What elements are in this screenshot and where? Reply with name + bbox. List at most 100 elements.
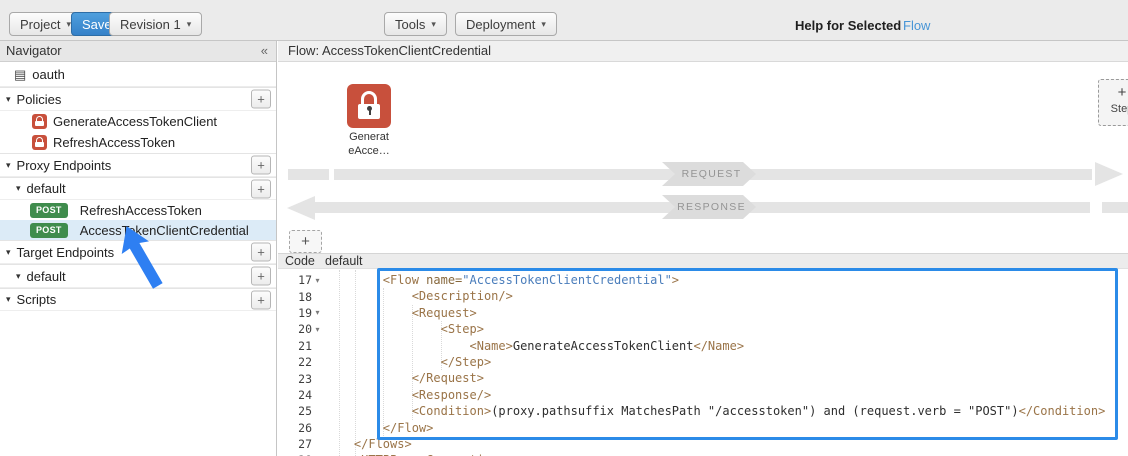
gutter-line: 25 [279,403,323,419]
toolbar: Project ▾ Save Revision 1 ▾ Tools ▾ Depl… [0,0,1128,41]
navigator-header: Navigator « [0,41,276,62]
gutter-line: 26 [279,420,323,436]
add-flow-button[interactable]: + [251,179,271,198]
code-tabbar: Code default [278,253,1128,269]
line-number: 24 [298,388,312,402]
caret-down-icon: ▾ [6,160,11,171]
policy-lock-icon [32,114,47,129]
sidebar-item-flow-refreshaccesstoken[interactable]: POST RefreshAccessToken [0,200,276,220]
code-line[interactable]: <Request> [325,305,1105,321]
add-policy-button[interactable]: + [251,90,271,109]
deployment-menu-button[interactable]: Deployment ▾ [455,12,557,36]
caret-down-icon: ▾ [16,271,21,282]
flow-title: Flow: AccessTokenClientCredential [288,43,491,58]
policy-step-label: Generat eAcce… [337,130,401,158]
tab-default[interactable]: default [325,254,363,269]
group-label: default [27,269,66,284]
sidebar-item-policy-refreshaccesstoken[interactable]: RefreshAccessToken [0,131,276,153]
response-arrowhead-icon [287,196,315,220]
caret-down-icon: ▾ [187,19,192,30]
policy-label: RefreshAccessToken [53,135,175,150]
line-number: 25 [298,404,312,418]
fold-icon[interactable]: ▾ [312,276,323,285]
code-line[interactable]: </Flows> [325,436,1105,452]
caret-down-icon: ▾ [6,247,11,258]
lock-icon [361,91,377,104]
sidebar-section-proxy-endpoints[interactable]: ▾ Proxy Endpoints + [0,153,276,177]
help-flow-link[interactable]: Flow [903,18,930,33]
collapse-sidebar-button[interactable]: « [261,41,268,61]
code-line[interactable]: <Step> [325,321,1105,337]
bundle-icon: ▤ [14,68,26,81]
group-label: default [27,181,66,196]
fold-icon[interactable]: ▾ [312,325,323,334]
caret-down-icon: ▾ [6,94,11,105]
revision-menu-button[interactable]: Revision 1 ▾ [109,12,202,36]
code-lines[interactable]: <Flow name="AccessTokenClientCredential"… [325,272,1105,456]
code-line[interactable]: <Name>GenerateAccessTokenClient</Name> [325,338,1105,354]
code-line[interactable]: <Flow name="AccessTokenClientCredential"… [325,272,1105,288]
apigee-proxy-editor: Project ▾ Save Revision 1 ▾ Tools ▾ Depl… [0,0,1128,456]
bundle-label: oauth [32,67,65,82]
add-target-endpoint-button[interactable]: + [251,243,271,262]
flow-panel-header: Flow: AccessTokenClientCredential [278,41,1128,62]
code-line[interactable]: </Request> [325,370,1105,386]
policy-step-generateaccesstokenclient[interactable] [347,84,391,128]
request-lane-badge: REQUEST [662,162,756,186]
caret-down-icon: ▾ [6,294,11,305]
line-number: 18 [298,290,312,304]
code-line[interactable]: <Description/> [325,288,1105,304]
caret-down-icon: ▾ [16,183,21,194]
navigator-panel: Navigator « ▤ oauth ▾ Policies + Generat… [0,41,277,456]
sidebar-section-policies[interactable]: ▾ Policies + [0,87,276,111]
plus-icon: + [1099,83,1128,103]
gutter-line: 27 [279,436,323,452]
gutter-line: 24 [279,387,323,403]
add-script-button[interactable]: + [251,290,271,309]
tools-menu-button[interactable]: Tools ▾ [384,12,447,36]
sidebar-item-policy-generateaccesstokenclient[interactable]: GenerateAccessTokenClient [0,111,276,131]
line-number: 19 [298,306,312,320]
code-line[interactable]: <HTTPProxyConnection> [325,452,1105,456]
line-number: 23 [298,372,312,386]
sidebar-group-target-default[interactable]: ▾ default + [0,264,276,288]
http-method-badge: POST [30,203,68,218]
section-label: Policies [17,92,62,107]
gutter-line: 17▾ [279,272,323,288]
code-line[interactable]: </Step> [325,354,1105,370]
code-line[interactable]: </Flow> [325,420,1105,436]
response-lane-badge: RESPONSE [662,195,756,219]
response-flow-bar-end [1102,202,1128,213]
code-line[interactable]: <Response/> [325,387,1105,403]
request-arrowhead-icon [1095,162,1123,186]
add-flow-step-button[interactable]: + [289,230,322,253]
add-proxy-endpoint-button[interactable]: + [251,156,271,175]
help-for-selected-label: Help for Selected [795,18,901,33]
line-number: 20 [298,322,312,336]
http-method-badge: POST [30,223,68,238]
sidebar-item-flow-accesstokenclientcredential[interactable]: POST AccessTokenClientCredential [0,220,276,240]
policy-lock-icon [32,135,47,150]
sidebar-section-scripts[interactable]: ▾ Scripts + [0,288,276,311]
line-number: 21 [298,339,312,353]
code-gutter: 17▾1819▾20▾2122232425262728 [279,272,323,456]
gutter-line: 23 [279,370,323,386]
line-number: 22 [298,355,312,369]
section-label: Scripts [17,292,57,307]
section-label: Proxy Endpoints [17,158,112,173]
sidebar-group-proxy-default[interactable]: ▾ default + [0,177,276,200]
fold-icon[interactable]: ▾ [312,308,323,317]
gutter-line: 22 [279,354,323,370]
line-number: 26 [298,421,312,435]
code-line[interactable]: <Condition>(proxy.pathsuffix MatchesPath… [325,403,1105,419]
flow-label: AccessTokenClientCredential [80,223,249,238]
gutter-line: 18 [279,288,323,304]
gutter-line: 28 [279,452,323,456]
section-label: Target Endpoints [17,245,115,260]
add-step-button[interactable]: + Step [1098,79,1128,126]
line-number: 27 [298,437,312,451]
sidebar-section-target-endpoints[interactable]: ▾ Target Endpoints + [0,240,276,264]
sidebar-item-oauth[interactable]: ▤ oauth [0,62,276,87]
request-flow-bar-stub [288,169,329,180]
add-target-flow-button[interactable]: + [251,267,271,286]
